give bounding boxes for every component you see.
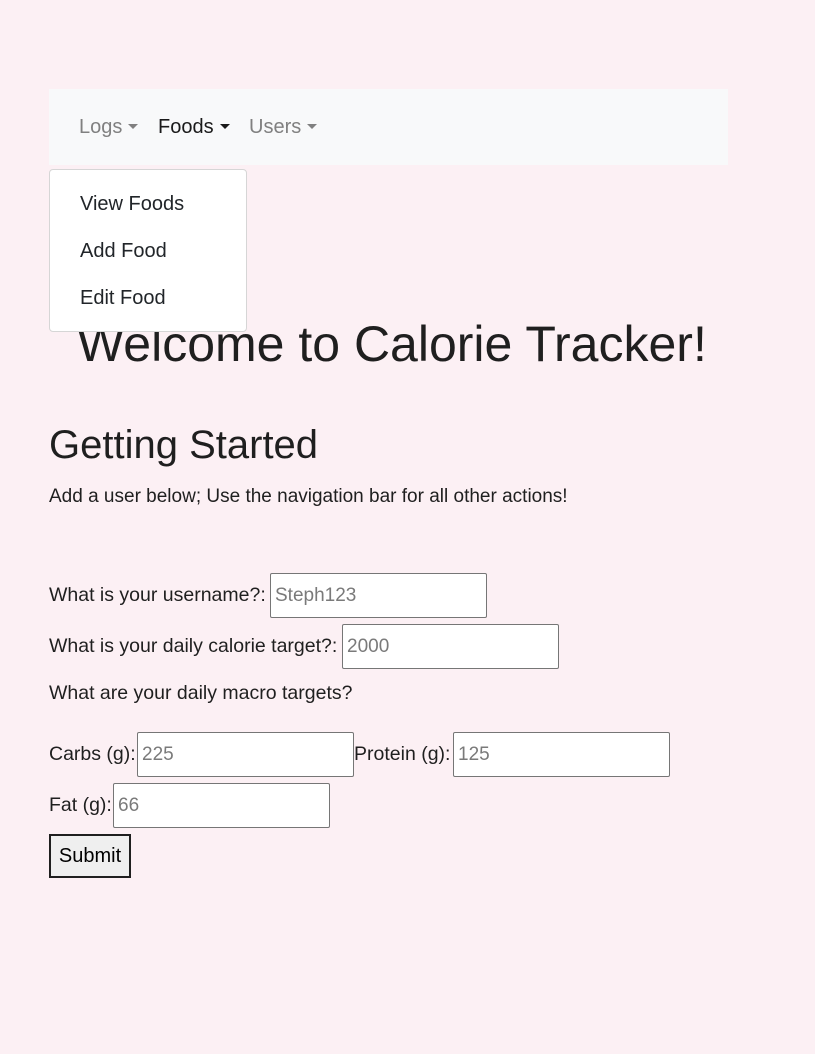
- calorie-target-input[interactable]: [342, 624, 559, 669]
- username-label: What is your username?:: [49, 584, 266, 606]
- submit-button[interactable]: Submit: [49, 834, 131, 878]
- dropdown-item-view-foods[interactable]: View Foods: [80, 194, 184, 214]
- username-input[interactable]: [270, 573, 487, 618]
- caret-down-icon: [307, 124, 318, 129]
- carbs-input[interactable]: [137, 732, 354, 777]
- caret-down-icon: [128, 124, 139, 129]
- navbar: Logs Foods Users: [49, 89, 728, 165]
- fat-input[interactable]: [113, 783, 330, 828]
- section-heading: Getting Started: [49, 423, 319, 467]
- carbs-label: Carbs (g):: [49, 743, 136, 765]
- calorie-target-label: What is your daily calorie target?:: [49, 635, 338, 657]
- nav-item-logs[interactable]: Logs: [79, 116, 139, 138]
- caret-down-icon: [219, 124, 230, 129]
- foods-dropdown-menu: View Foods Add Food Edit Food: [49, 169, 247, 332]
- protein-label: Protein (g):: [354, 743, 451, 765]
- nav-item-foods[interactable]: Foods: [158, 117, 230, 137]
- nav-item-users-label: Users: [249, 116, 302, 138]
- nav-item-foods-label: Foods: [158, 116, 214, 138]
- fat-label: Fat (g):: [49, 794, 112, 816]
- intro-text: Add a user below; Use the navigation bar…: [49, 486, 568, 507]
- nav-item-logs-label: Logs: [79, 116, 123, 138]
- nav-item-users[interactable]: Users: [249, 116, 318, 138]
- macro-targets-label: What are your daily macro targets?: [49, 682, 353, 704]
- protein-input[interactable]: [453, 732, 670, 777]
- dropdown-item-edit-food[interactable]: Edit Food: [80, 288, 166, 308]
- dropdown-item-add-food[interactable]: Add Food: [80, 241, 167, 261]
